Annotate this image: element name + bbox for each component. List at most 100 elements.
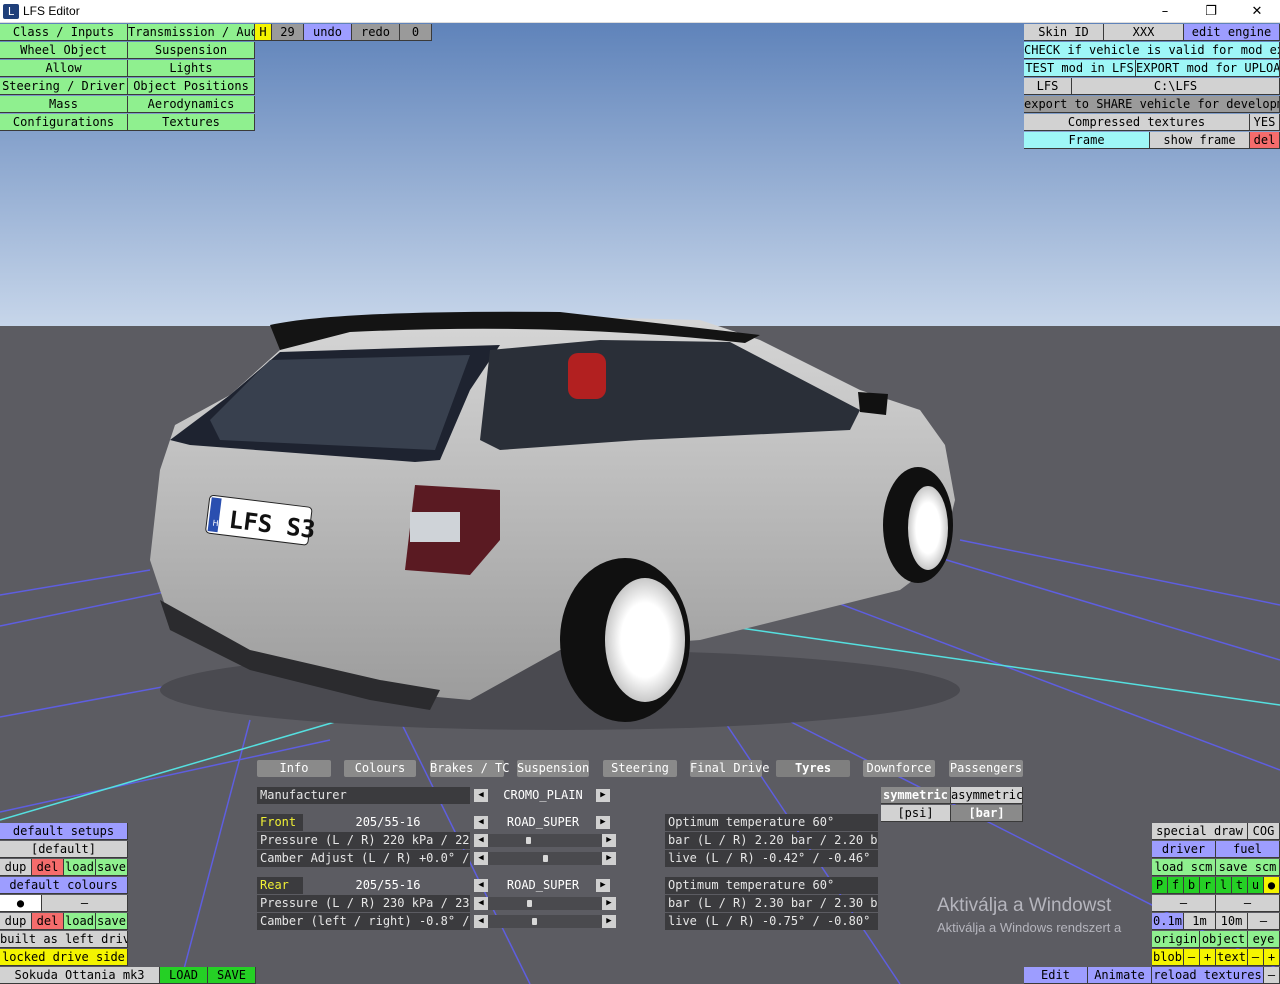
front-camber-increase[interactable]: ▶: [602, 852, 616, 865]
option-dash-1[interactable]: –: [1152, 895, 1216, 912]
driver-button[interactable]: driver: [1152, 841, 1216, 858]
close-button[interactable]: ✕: [1234, 0, 1280, 23]
load-vehicle-button[interactable]: LOAD: [160, 967, 208, 984]
front-camber-decrease[interactable]: ◀: [474, 852, 488, 865]
vehicle-name-field[interactable]: Sokuda Ottania mk3: [0, 967, 160, 984]
step-10m-button[interactable]: 10m: [1216, 913, 1248, 930]
rear-type-next-button[interactable]: ▶: [596, 879, 610, 892]
test-mod-button[interactable]: TEST mod in LFS: [1024, 60, 1136, 77]
text-minus-button[interactable]: –: [1248, 949, 1264, 966]
tab-info[interactable]: Info: [257, 760, 331, 777]
text-plus-button[interactable]: +: [1264, 949, 1280, 966]
menu-suspension[interactable]: Suspension: [128, 42, 255, 59]
blob-plus-button[interactable]: +: [1200, 949, 1216, 966]
setup-load-button[interactable]: load: [64, 859, 96, 876]
manufacturer-next-button[interactable]: ▶: [596, 789, 610, 802]
default-colours-button[interactable]: default colours: [0, 877, 128, 894]
menu-configurations[interactable]: Configurations: [0, 114, 128, 131]
reload-textures-button[interactable]: reload textures: [1152, 967, 1264, 984]
front-pressure-slider[interactable]: [488, 834, 602, 847]
animate-mode-button[interactable]: Animate: [1088, 967, 1152, 984]
rear-camber-increase[interactable]: ▶: [602, 915, 616, 928]
load-scm-button[interactable]: load scm: [1152, 859, 1216, 876]
export-mod-button[interactable]: EXPORT mod for UPLOAD: [1136, 60, 1280, 77]
setup-del-button[interactable]: del: [32, 859, 64, 876]
setup-dup-button[interactable]: dup: [0, 859, 32, 876]
redo-button[interactable]: redo: [352, 24, 400, 41]
view-p-button[interactable]: P: [1152, 877, 1168, 894]
show-frame-button[interactable]: show frame: [1150, 132, 1250, 149]
view-l-button[interactable]: l: [1216, 877, 1232, 894]
colour-del-button[interactable]: del: [32, 913, 64, 930]
menu-object-positions[interactable]: Object Positions: [128, 78, 255, 95]
asymmetric-toggle[interactable]: asymmetric: [951, 787, 1023, 804]
save-scm-button[interactable]: save scm: [1216, 859, 1280, 876]
tab-passengers[interactable]: Passengers: [949, 760, 1023, 777]
export-share-button[interactable]: export to SHARE vehicle for development: [1024, 96, 1280, 113]
slider-knob[interactable]: [527, 900, 532, 907]
front-type-prev-button[interactable]: ◀: [474, 816, 488, 829]
text-button[interactable]: text: [1216, 949, 1248, 966]
compressed-textures-toggle[interactable]: YES: [1250, 114, 1280, 131]
front-camber-slider[interactable]: [488, 852, 602, 865]
cog-button[interactable]: COG: [1248, 823, 1280, 840]
menu-wheel-object[interactable]: Wheel Object: [0, 42, 128, 59]
option-dash-2[interactable]: –: [1216, 895, 1280, 912]
blob-minus-button[interactable]: –: [1184, 949, 1200, 966]
tab-final-drive[interactable]: Final Drive: [690, 760, 769, 777]
special-draw-button[interactable]: special draw: [1152, 823, 1248, 840]
lfs-path-field[interactable]: C:\LFS: [1072, 78, 1280, 95]
rear-pressure-slider[interactable]: [488, 897, 602, 910]
view-dot-button[interactable]: ●: [1264, 877, 1280, 894]
tab-steering[interactable]: Steering: [603, 760, 677, 777]
edit-engine-button[interactable]: edit engine: [1184, 24, 1280, 41]
step-dash-button[interactable]: –: [1248, 913, 1280, 930]
setup-name-field[interactable]: [default]: [0, 841, 128, 858]
frame-button[interactable]: Frame: [1024, 132, 1150, 149]
tab-suspension[interactable]: Suspension: [517, 760, 589, 777]
front-type-next-button[interactable]: ▶: [596, 816, 610, 829]
view-u-button[interactable]: u: [1248, 877, 1264, 894]
check-vehicle-button[interactable]: CHECK if vehicle is valid for mod export: [1024, 42, 1280, 59]
menu-aerodynamics[interactable]: Aerodynamics: [128, 96, 255, 113]
minimize-button[interactable]: –: [1142, 0, 1188, 23]
rear-pressure-increase[interactable]: ▶: [602, 897, 616, 910]
manufacturer-prev-button[interactable]: ◀: [474, 789, 488, 802]
menu-lights[interactable]: Lights: [128, 60, 255, 77]
colour-dup-button[interactable]: dup: [0, 913, 32, 930]
blob-button[interactable]: blob: [1152, 949, 1184, 966]
rear-pressure-decrease[interactable]: ◀: [474, 897, 488, 910]
bar-unit-toggle[interactable]: [bar]: [951, 805, 1023, 822]
view-r-button[interactable]: r: [1200, 877, 1216, 894]
menu-class-inputs[interactable]: Class / Inputs: [0, 24, 128, 41]
front-pressure-increase[interactable]: ▶: [602, 834, 616, 847]
origin-button[interactable]: origin: [1152, 931, 1200, 948]
colour-save-button[interactable]: save: [96, 913, 128, 930]
rear-camber-slider[interactable]: [488, 915, 602, 928]
fuel-button[interactable]: fuel: [1216, 841, 1280, 858]
colour-slot-selected[interactable]: ●: [0, 895, 42, 912]
tab-downforce[interactable]: Downforce: [863, 760, 935, 777]
symmetric-toggle[interactable]: symmetric: [881, 787, 951, 804]
reload-dash-button[interactable]: –: [1264, 967, 1280, 984]
front-pressure-decrease[interactable]: ◀: [474, 834, 488, 847]
view-t-button[interactable]: t: [1232, 877, 1248, 894]
maximize-button[interactable]: ❐: [1188, 0, 1234, 23]
undo-button[interactable]: undo: [304, 24, 352, 41]
menu-transmission-audio[interactable]: Transmission / Audio: [128, 24, 255, 41]
delete-frame-button[interactable]: del: [1250, 132, 1280, 149]
rear-camber-decrease[interactable]: ◀: [474, 915, 488, 928]
object-button[interactable]: object: [1200, 931, 1248, 948]
edit-mode-button[interactable]: Edit: [1024, 967, 1088, 984]
3d-viewport[interactable]: H LFS S3: [0, 23, 1280, 984]
step-0-1m-button[interactable]: 0.1m: [1152, 913, 1184, 930]
menu-allow[interactable]: Allow: [0, 60, 128, 77]
tab-colours[interactable]: Colours: [344, 760, 416, 777]
setup-save-button[interactable]: save: [96, 859, 128, 876]
eye-button[interactable]: eye: [1248, 931, 1280, 948]
view-b-button[interactable]: b: [1184, 877, 1200, 894]
menu-steering-driver[interactable]: Steering / Driver: [0, 78, 128, 95]
slider-knob[interactable]: [532, 918, 537, 925]
step-1m-button[interactable]: 1m: [1184, 913, 1216, 930]
tab-tyres[interactable]: Tyres: [776, 760, 850, 777]
